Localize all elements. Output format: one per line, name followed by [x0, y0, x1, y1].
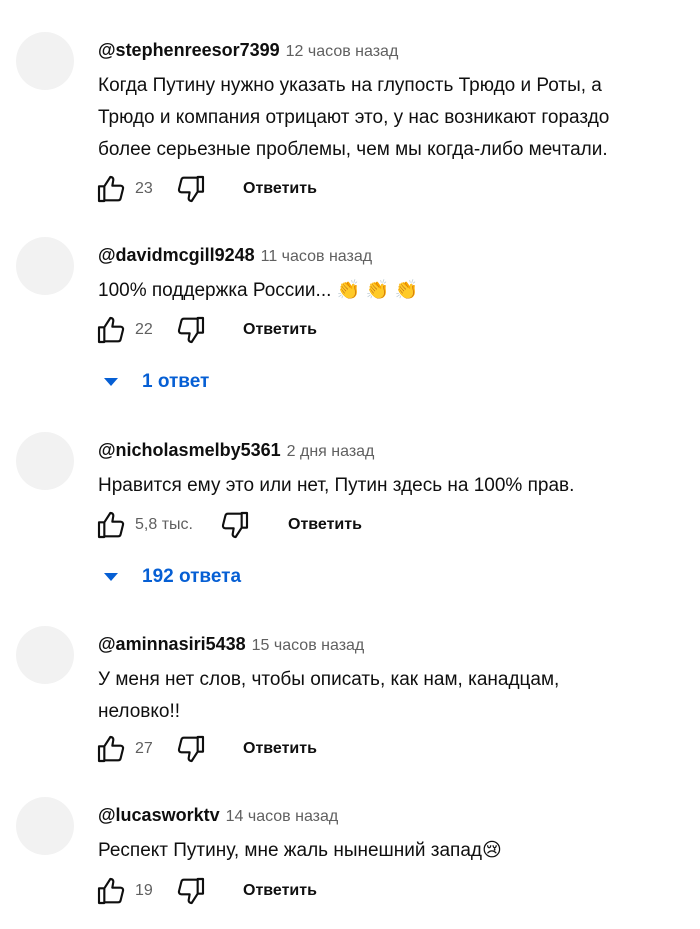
reply-button[interactable]: Ответить: [243, 874, 317, 908]
comment-time[interactable]: 15 часов назад: [252, 637, 365, 654]
like-count: 23: [135, 180, 153, 197]
comment-header: @lucasworktv 14 часов назад: [98, 805, 338, 826]
like-count: 27: [135, 740, 153, 757]
like-button[interactable]: 23: [95, 172, 153, 206]
comment-text-line: Респект Путину, мне жаль нынешний запад😢: [98, 840, 502, 861]
comment-time[interactable]: 12 часов назад: [286, 43, 399, 60]
comment-header: @stephenreesor7399 12 часов назад: [98, 40, 398, 61]
show-replies-button[interactable]: 192 ответа: [104, 562, 241, 592]
comment-text: У меня нет слов, чтобы описать, как нам,…: [98, 664, 688, 728]
comment-text-line: неловко!!: [98, 701, 181, 722]
comment-text-line: Нравится ему это или нет, Путин здесь на…: [98, 475, 575, 496]
avatar[interactable]: [16, 626, 74, 684]
thumb-down-icon: [177, 735, 205, 763]
like-button[interactable]: 5,8 тыс.: [95, 508, 193, 542]
thumb-up-icon: [97, 735, 125, 763]
avatar[interactable]: [16, 797, 74, 855]
thumb-up-icon: [97, 877, 125, 905]
caret-down-icon: [104, 573, 118, 581]
avatar[interactable]: [16, 32, 74, 90]
thumb-up-icon: [97, 511, 125, 539]
comment-text: Когда Путину нужно указать на глупость Т…: [98, 70, 688, 166]
comment-actions: 23 Ответить: [95, 172, 495, 206]
comment-actions: 19 Ответить: [95, 874, 495, 908]
dislike-button[interactable]: [175, 874, 207, 908]
comment-text-line: Когда Путину нужно указать на глупость Т…: [98, 75, 602, 96]
avatar[interactable]: [16, 432, 74, 490]
comment-time[interactable]: 14 часов назад: [226, 808, 339, 825]
comment-text: 100% поддержка России... 👏 👏 👏: [98, 275, 688, 307]
comment-text: Нравится ему это или нет, Путин здесь на…: [98, 470, 688, 502]
like-count: 5,8 тыс.: [135, 516, 193, 533]
comment-header: @davidmcgill9248 11 часов назад: [98, 245, 372, 266]
show-replies-button[interactable]: 1 ответ: [104, 367, 209, 397]
author-name[interactable]: @aminnasiri5438: [98, 634, 246, 654]
like-button[interactable]: 27: [95, 732, 153, 766]
reply-button[interactable]: Ответить: [243, 172, 317, 206]
dislike-button[interactable]: [175, 172, 207, 206]
comment-actions: 5,8 тыс. Ответить: [95, 508, 495, 542]
author-name[interactable]: @nicholasmelby5361: [98, 440, 281, 460]
thumb-down-icon: [177, 175, 205, 203]
comment-text: Респект Путину, мне жаль нынешний запад😢: [98, 835, 688, 867]
comment-time[interactable]: 11 часов назад: [261, 248, 372, 265]
like-count: 22: [135, 321, 153, 338]
comment-actions: 27 Ответить: [95, 732, 495, 766]
like-button[interactable]: 19: [95, 874, 153, 908]
reply-button[interactable]: Ответить: [288, 508, 362, 542]
reply-button[interactable]: Ответить: [243, 313, 317, 347]
comment-time[interactable]: 2 дня назад: [287, 443, 375, 460]
comment-header: @nicholasmelby5361 2 дня назад: [98, 440, 374, 461]
comments-list: @stephenreesor7399 12 часов назад Когда П…: [0, 0, 700, 929]
comment-header: @aminnasiri5438 15 часов назад: [98, 634, 364, 655]
dislike-button[interactable]: [175, 313, 207, 347]
author-name[interactable]: @davidmcgill9248: [98, 245, 255, 265]
comment-text-line: 100% поддержка России... 👏 👏 👏: [98, 280, 419, 301]
comment-text-line: Трюдо и компания отрицают это, у нас воз…: [98, 107, 610, 128]
like-button[interactable]: 22: [95, 313, 153, 347]
thumb-down-icon: [177, 316, 205, 344]
author-name[interactable]: @stephenreesor7399: [98, 40, 280, 60]
thumb-up-icon: [97, 175, 125, 203]
thumb-up-icon: [97, 316, 125, 344]
reply-button[interactable]: Ответить: [243, 732, 317, 766]
caret-down-icon: [104, 378, 118, 386]
thumb-down-icon: [177, 877, 205, 905]
avatar[interactable]: [16, 237, 74, 295]
comment-text-line: более серьезные проблемы, чем мы когда-л…: [98, 139, 608, 160]
thumb-down-icon: [221, 511, 249, 539]
like-count: 19: [135, 882, 153, 899]
dislike-button[interactable]: [219, 508, 251, 542]
replies-count: 1 ответ: [142, 371, 210, 392]
comment-text-line: У меня нет слов, чтобы описать, как нам,…: [98, 669, 560, 690]
author-name[interactable]: @lucasworktv: [98, 805, 220, 825]
replies-count: 192 ответа: [142, 566, 242, 587]
comment-actions: 22 Ответить: [95, 313, 495, 347]
dislike-button[interactable]: [175, 732, 207, 766]
